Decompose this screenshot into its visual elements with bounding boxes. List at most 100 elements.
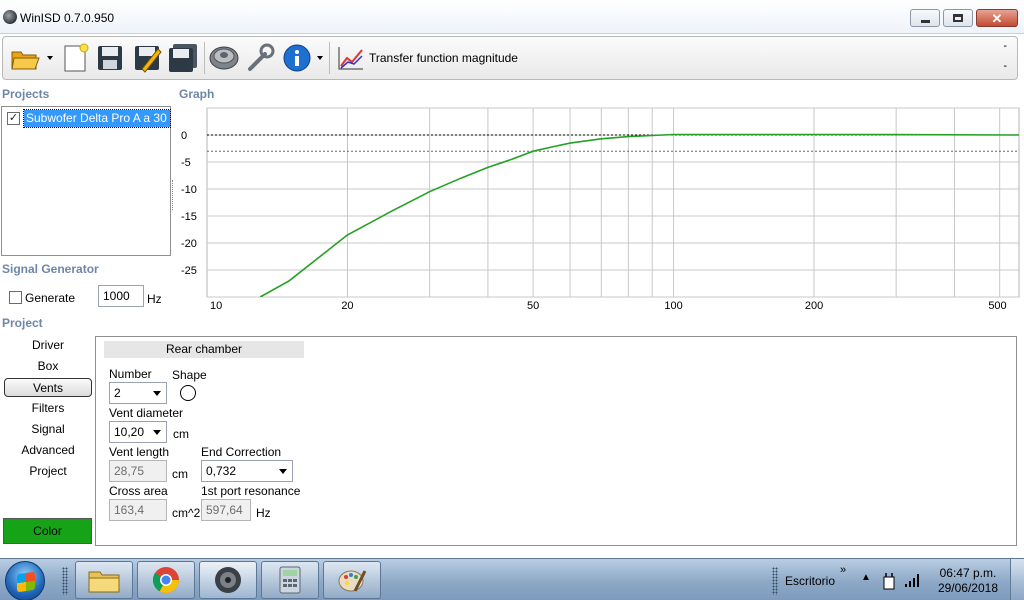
nav-vents[interactable]: Vents [4,378,92,397]
graph-type-label[interactable]: Transfer function magnitude [369,51,518,65]
new-button[interactable] [59,41,91,75]
taskbar-chrome-button[interactable] [137,561,195,599]
minimize-icon [920,19,930,23]
close-button[interactable]: ✕ [976,9,1018,27]
nav-project[interactable]: Project [4,462,92,481]
cross-area-field: 163,4 [109,499,167,521]
open-button[interactable] [9,41,41,75]
taskbar-folder-button[interactable] [75,561,133,599]
frequency-unit: Hz [147,292,162,306]
toolbar-mark-top: - [1003,40,1007,52]
taskbar-calculator-button[interactable] [261,561,319,599]
vent-length-label: Vent length [109,445,170,459]
new-icon [64,43,89,72]
window-controls: ✕ [910,9,1018,27]
y-tick-label: -20 [181,238,197,250]
save-button[interactable] [94,41,126,75]
round-shape-icon[interactable] [180,385,196,401]
driver-icon [209,46,239,70]
tools-button[interactable] [245,41,277,75]
taskbar-paint-button[interactable] [323,561,381,599]
y-tick-label: 0 [181,130,187,142]
chevron-down-icon [153,430,161,435]
nav-box[interactable]: Box [4,357,92,376]
splitter-handle[interactable] [172,180,175,210]
paint-icon [338,570,367,592]
chevron-right-icon[interactable]: » [840,564,846,576]
project-item[interactable]: Subwofer Delta Pro A a 30 Hz [23,109,171,128]
taskbar: Escritorio » ▲ 06:47 p.m. 29/06/2018 [0,558,1024,600]
open-dropdown-arrow-icon[interactable] [47,56,53,60]
x-tick-label: 20 [341,300,353,312]
chevron-down-icon [153,391,161,396]
number-value: 2 [114,386,121,400]
end-correction-label: End Correction [201,445,282,459]
clock-time: 06:47 p.m. [939,566,997,580]
tray-grip[interactable] [772,567,778,595]
speaker-icon [215,567,241,593]
vent-length-field: 28,75 [109,460,167,482]
minimize-button[interactable] [910,9,940,27]
app-icon [3,10,17,24]
chrome-icon [152,567,180,594]
chevron-down-icon [279,469,287,474]
end-correction-select[interactable]: 0,732 [201,460,293,482]
y-tick-label: -10 [181,184,197,196]
toolbar: Transfer function magnitude - - [2,36,1018,80]
nav-advanced[interactable]: Advanced [4,441,92,460]
graph-section-label: Graph [179,87,215,101]
vent-diameter-label: Vent diameter [109,406,184,420]
graph-icon [338,47,363,70]
graph-area[interactable]: 0 -5 -10 -15 -20 -25 10 20 50 100 200 500 [176,104,1022,316]
project-checkbox[interactable]: ✓ [7,112,20,125]
title-bar: WinISD 0.7.0.950 ✕ [0,0,1024,34]
nav-filters[interactable]: Filters [4,399,92,418]
open-icon [11,51,40,70]
cross-area-unit: cm^2 [172,506,201,520]
edit-icon [135,46,162,73]
tools-icon [248,43,275,71]
port-resonance-unit: Hz [256,506,271,520]
plot-area [206,107,1020,298]
info-dropdown-arrow-icon[interactable] [317,56,323,60]
taskbar-grip[interactable] [62,567,68,595]
nav-signal[interactable]: Signal [4,420,92,439]
folder-icon [88,571,120,593]
show-hidden-icons-icon[interactable]: ▲ [861,572,871,583]
x-tick-label: 10 [210,300,222,312]
frequency-input[interactable]: 1000 [98,285,144,307]
close-icon: ✕ [991,10,1003,26]
nav-driver[interactable]: Driver [4,336,92,355]
projects-list[interactable]: ✓ Subwofer Delta Pro A a 30 Hz [1,106,171,256]
info-button[interactable] [281,41,313,75]
info-icon [283,44,311,72]
cross-area-label: Cross area [109,484,168,498]
maximize-button[interactable] [943,9,973,27]
port-resonance-field: 597,64 [201,499,251,521]
driver-button[interactable] [208,41,240,75]
port-resonance-label: 1st port resonance [201,484,301,498]
color-button[interactable]: Color [3,518,92,544]
projects-section-label: Projects [2,87,50,101]
save-all-button[interactable] [167,41,199,75]
calculator-icon [279,566,301,594]
windows-logo-icon [17,571,35,593]
taskbar-winisd-button[interactable] [199,561,257,599]
vent-diameter-value: 10,20 [114,425,145,439]
start-button[interactable] [5,561,45,600]
show-desktop-button[interactable] [1010,559,1024,600]
vent-diameter-select[interactable]: 10,20 [109,421,167,443]
toolbar-mark-bottom: - [1003,60,1007,72]
signal-strength-icon[interactable] [904,572,922,588]
y-tick-label: -15 [181,211,197,223]
clock[interactable]: 06:47 p.m. 29/06/2018 [938,566,998,596]
edit-button[interactable] [131,41,163,75]
generate-checkbox[interactable] [9,291,22,304]
project-section-label: Project [2,316,43,330]
vent-length-unit: cm [172,467,188,481]
power-icon[interactable] [882,572,898,590]
number-select[interactable]: 2 [109,382,167,404]
desktop-toolbar-label[interactable]: Escritorio [785,574,835,588]
graph-type-button[interactable] [335,41,367,75]
x-tick-label: 200 [805,300,823,312]
